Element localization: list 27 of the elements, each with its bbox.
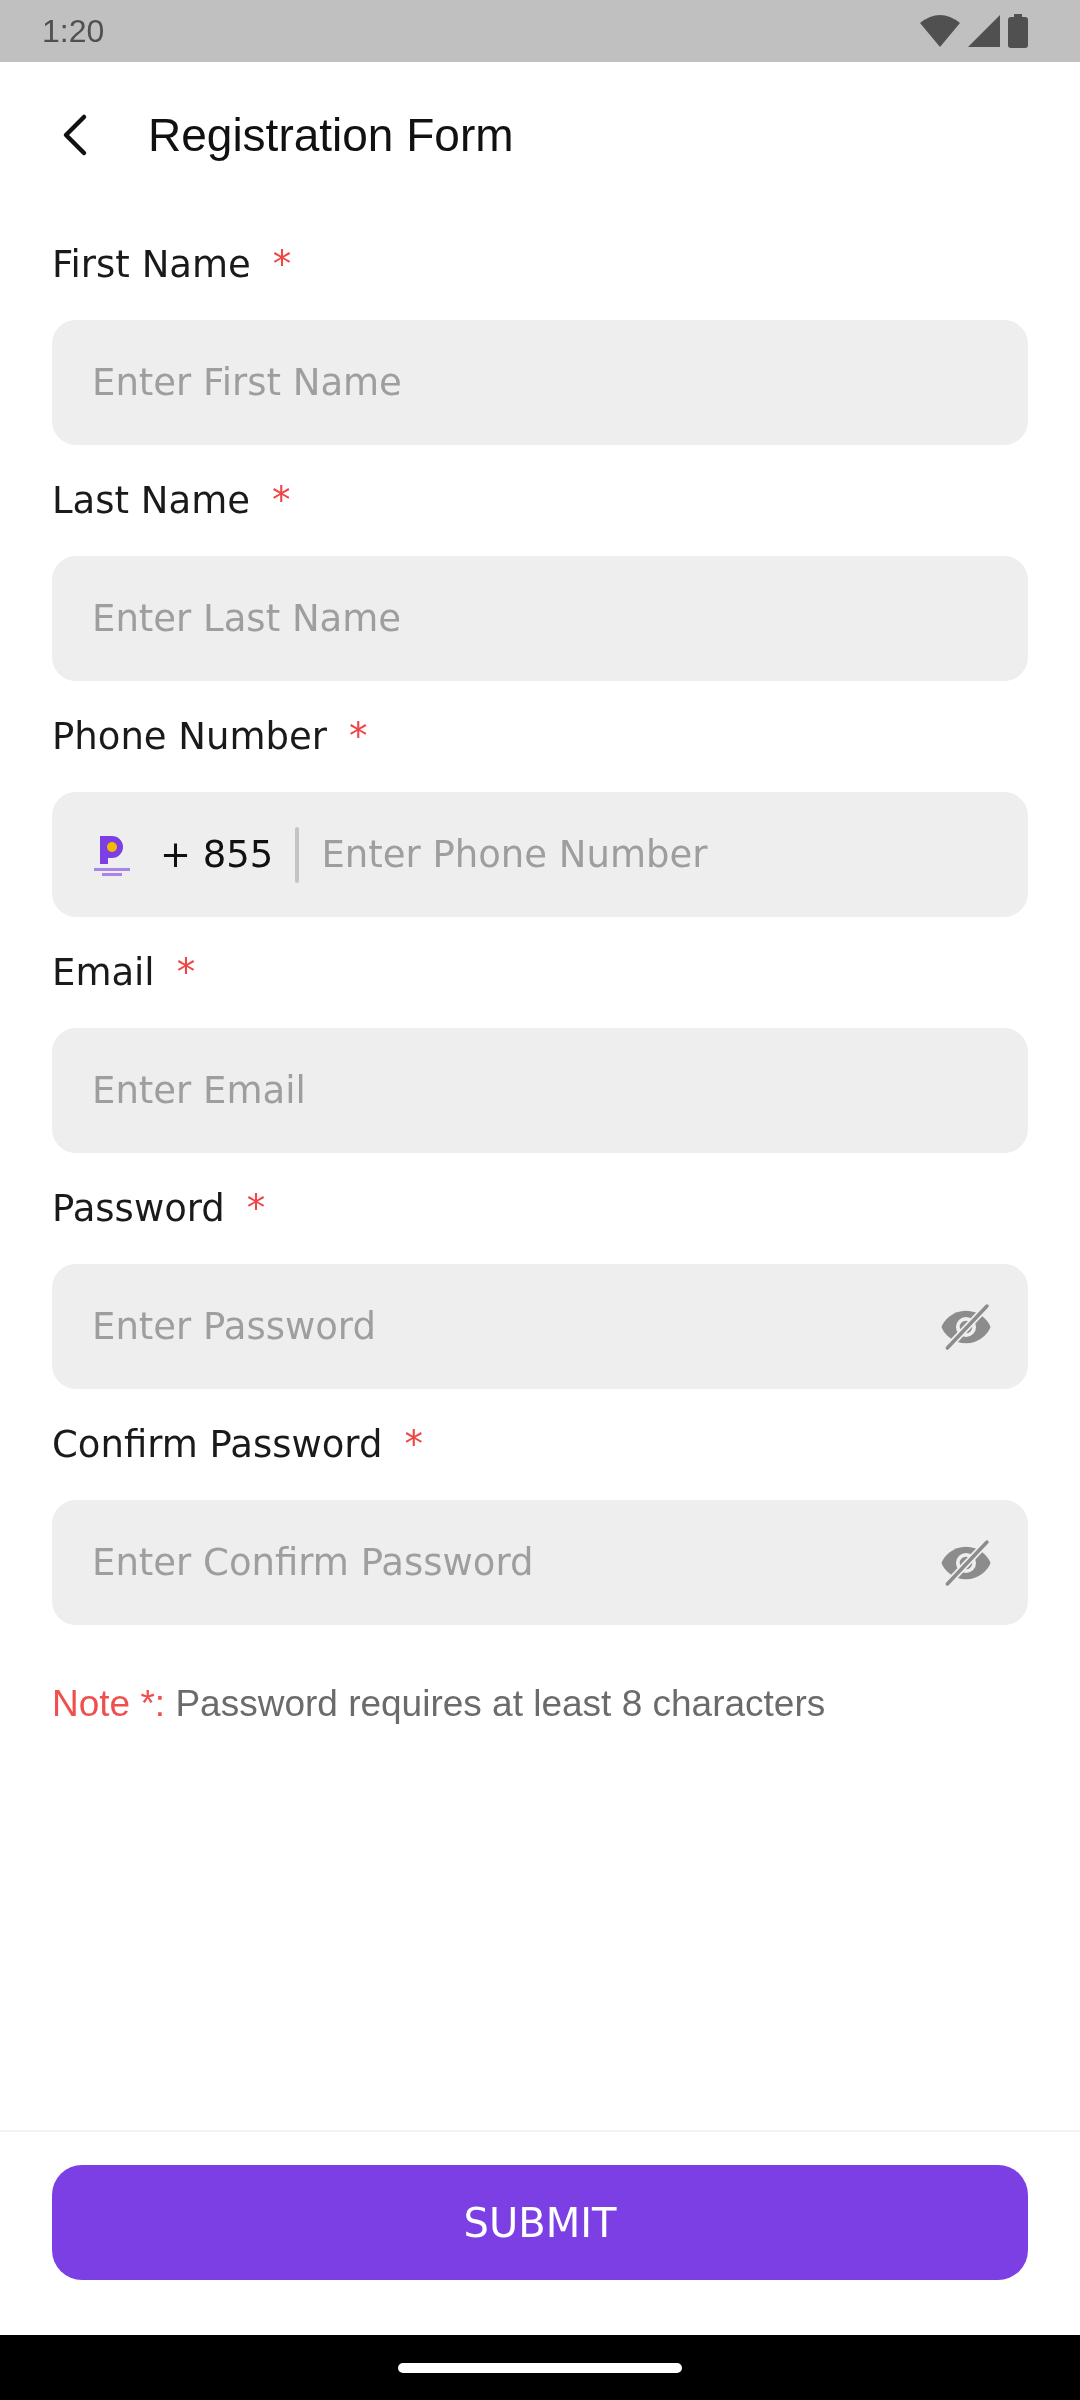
password-note: Note *: Password requires at least 8 characters (52, 1682, 827, 1726)
input-field[interactable]: Enter Email (52, 1028, 1028, 1153)
input-field[interactable]: Enter Last Name (52, 556, 1028, 681)
input-field[interactable]: Enter First Name (52, 320, 1028, 445)
field-label: Last Name * (52, 478, 292, 524)
country-code[interactable]: + 855 (160, 833, 274, 876)
field-label: Email * (52, 950, 197, 996)
signal-icon (968, 15, 1000, 47)
battery-icon (1008, 14, 1028, 48)
text-input[interactable]: Enter First Name (92, 361, 996, 404)
text-input[interactable]: Enter Last Name (92, 597, 996, 640)
field-label: Phone Number * (52, 714, 369, 760)
phone-input[interactable]: Enter Phone Number (321, 833, 996, 876)
submit-button[interactable]: SUBMIT (52, 2165, 1028, 2280)
input-field[interactable]: Enter Confirm Password (52, 1500, 1028, 1625)
status-time: 1:20 (42, 12, 105, 50)
password-input[interactable]: Enter Password (92, 1305, 920, 1348)
field-label: Password * (52, 1186, 267, 1232)
field-label: Confirm Password * (52, 1422, 424, 1468)
input-field[interactable]: + 855 Enter Phone Number (52, 792, 1028, 917)
home-indicator[interactable] (398, 2362, 682, 2373)
field-label: First Name * (52, 242, 293, 288)
password-input[interactable]: Enter Confirm Password (92, 1541, 920, 1584)
text-input[interactable]: Enter Email (92, 1069, 996, 1112)
wifi-icon (920, 15, 960, 47)
page-title: Registration Form (148, 108, 514, 162)
input-field[interactable]: Enter Password (52, 1264, 1028, 1389)
